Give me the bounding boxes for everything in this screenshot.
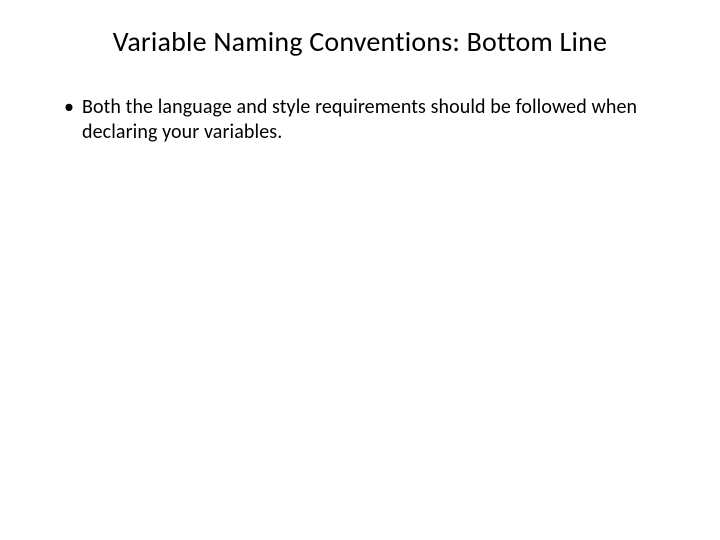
slide-title: Variable Naming Conventions: Bottom Line — [50, 24, 670, 59]
bullet-list: Both the language and style requirements… — [60, 95, 650, 145]
list-item: Both the language and style requirements… — [60, 95, 650, 145]
slide-container: Variable Naming Conventions: Bottom Line… — [0, 0, 720, 540]
slide-content: Both the language and style requirements… — [50, 95, 670, 145]
